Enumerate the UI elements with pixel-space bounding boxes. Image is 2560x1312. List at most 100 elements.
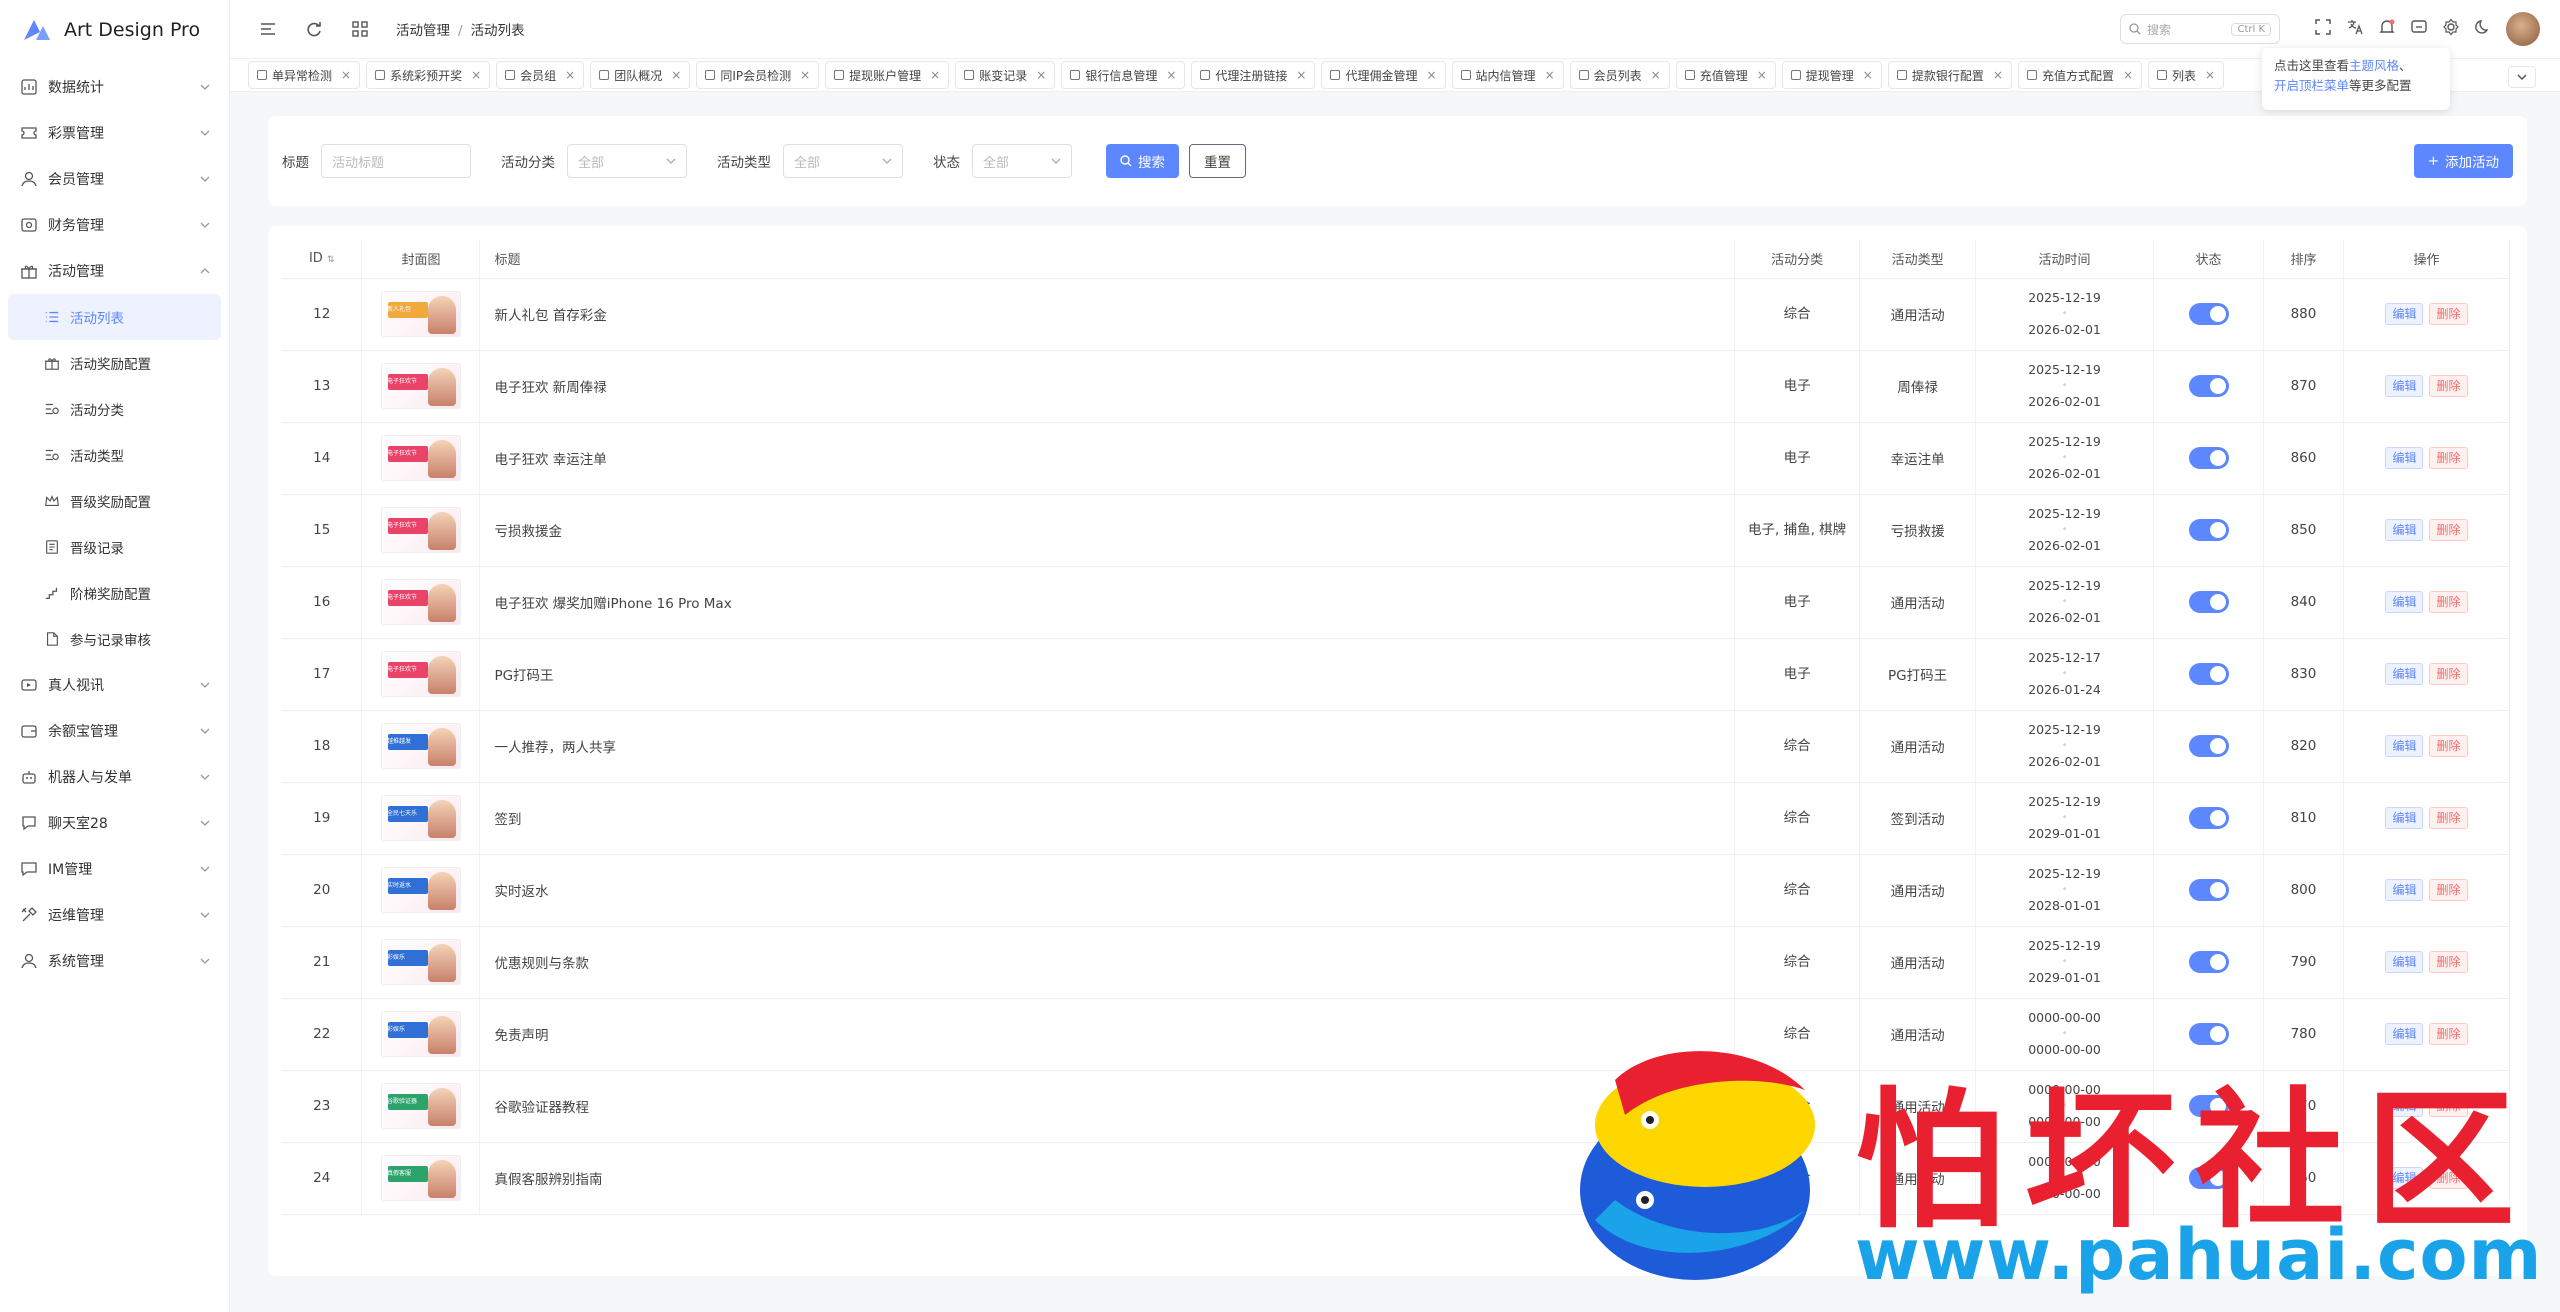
breadcrumb-item[interactable]: 活动管理 xyxy=(396,23,450,39)
table-row[interactable]: 12 新人礼包 新人礼包 首存彩金 综合 通用活动 2025-12-19 • 202… xyxy=(282,278,2511,351)
status-filter-select[interactable]: 全部 xyxy=(972,144,1072,178)
close-icon[interactable]: × xyxy=(1166,68,1176,82)
sidebar-subitem[interactable]: 活动奖励配置 xyxy=(0,340,229,386)
notification-icon[interactable] xyxy=(2378,18,2396,40)
close-icon[interactable]: × xyxy=(1296,68,1306,82)
cover-image[interactable]: 实时返水 xyxy=(380,867,461,913)
edit-button[interactable]: 编辑 xyxy=(2385,807,2424,829)
close-icon[interactable]: × xyxy=(471,68,481,82)
edit-button[interactable]: 编辑 xyxy=(2385,591,2424,613)
close-icon[interactable]: × xyxy=(1863,68,1873,82)
close-icon[interactable]: × xyxy=(1993,68,2003,82)
table-row[interactable]: 18 越推越发 一人推荐，两人共享 综合 通用活动 2025-12-19 • 202… xyxy=(282,710,2511,783)
delete-button[interactable]: 删除 xyxy=(2429,663,2468,685)
tab-item[interactable]: 会员列表 × xyxy=(1569,61,1670,89)
tab-item[interactable]: 会员组 × xyxy=(496,61,585,89)
close-icon[interactable]: × xyxy=(2205,68,2215,82)
close-icon[interactable]: × xyxy=(1426,68,1436,82)
close-icon[interactable]: × xyxy=(930,68,940,82)
title-filter-input[interactable]: 活动标题 xyxy=(321,144,471,178)
close-icon[interactable]: × xyxy=(671,68,681,82)
cover-image[interactable]: 彩娱乐 xyxy=(380,1011,461,1057)
sidebar-item[interactable]: 余额宝管理 xyxy=(0,708,229,754)
search-input[interactable]: 搜索 Ctrl K xyxy=(2120,14,2280,44)
status-toggle[interactable] xyxy=(2188,375,2229,397)
grid-icon[interactable] xyxy=(342,11,378,47)
cover-image[interactable]: 电子狂欢节 xyxy=(380,507,461,553)
cover-image[interactable]: 电子狂欢节 xyxy=(380,579,461,625)
tab-item[interactable]: 充值方式配置 × xyxy=(2017,61,2143,89)
sidebar-item[interactable]: 系统管理 xyxy=(0,938,229,984)
delete-button[interactable]: 删除 xyxy=(2429,807,2468,829)
edit-button[interactable]: 编辑 xyxy=(2385,735,2424,757)
tab-item[interactable]: 列表 × xyxy=(2148,61,2225,89)
tab-item[interactable]: 系统彩预开奖 × xyxy=(366,61,491,89)
edit-button[interactable]: 编辑 xyxy=(2385,303,2424,325)
sidebar-subitem[interactable]: 活动列表 xyxy=(8,294,221,340)
menu-toggle-icon[interactable] xyxy=(250,11,286,47)
table-row[interactable]: 16 电子狂欢节 电子狂欢 爆奖加赠iPhone 16 Pro Max 电子 通… xyxy=(282,566,2511,639)
status-toggle[interactable] xyxy=(2188,951,2229,973)
tab-item[interactable]: 账变记录 × xyxy=(955,61,1056,89)
delete-button[interactable]: 删除 xyxy=(2429,951,2468,973)
add-activity-button[interactable]: + 添加活动 xyxy=(2413,144,2513,178)
edit-button[interactable]: 编辑 xyxy=(2385,879,2424,901)
cover-image[interactable]: 真假客服 xyxy=(380,1155,461,1201)
delete-button[interactable]: 删除 xyxy=(2429,375,2468,397)
tab-item[interactable]: 充值管理 × xyxy=(1675,61,1776,89)
tab-item[interactable]: 同IP会员检测 × xyxy=(696,61,820,89)
close-icon[interactable]: × xyxy=(1545,68,1555,82)
edit-button[interactable]: 编辑 xyxy=(2385,375,2424,397)
cover-image[interactable]: 全民七天乐 xyxy=(380,795,461,841)
close-icon[interactable]: × xyxy=(1757,68,1767,82)
sidebar-item[interactable]: 活动管理 xyxy=(0,248,229,294)
tab-item[interactable]: 代理佣金管理 × xyxy=(1321,61,1446,89)
table-row[interactable]: 14 电子狂欢节 电子狂欢 幸运注单 电子 幸运注单 2025-12-19 • 20… xyxy=(282,422,2511,495)
tab-item[interactable]: 提现账户管理 × xyxy=(825,61,950,89)
delete-button[interactable]: 删除 xyxy=(2429,519,2468,541)
table-row[interactable]: 13 电子狂欢节 电子狂欢 新周俸禄 电子 周俸禄 2025-12-19 • 202… xyxy=(282,350,2511,423)
tab-item[interactable]: 站内信管理 × xyxy=(1451,61,1564,89)
status-toggle[interactable] xyxy=(2188,303,2229,325)
tab-item[interactable]: 提现管理 × xyxy=(1781,61,1882,89)
dark-mode-icon[interactable] xyxy=(2474,18,2492,40)
tabs-more-icon[interactable] xyxy=(2508,66,2536,88)
type-filter-select[interactable]: 全部 xyxy=(783,144,903,178)
settings-gear-icon[interactable] xyxy=(2442,18,2460,40)
refresh-icon[interactable] xyxy=(296,11,332,47)
edit-button[interactable]: 编辑 xyxy=(2385,951,2424,973)
category-filter-select[interactable]: 全部 xyxy=(567,144,687,178)
table-row[interactable]: 21 彩娱乐 优惠规则与条款 综合 通用活动 2025-12-19 • 2029-0… xyxy=(282,926,2511,999)
sidebar-item[interactable]: 机器人与发单 xyxy=(0,754,229,800)
close-icon[interactable]: × xyxy=(341,68,351,82)
table-row[interactable]: 19 全民七天乐 签到 综合 签到活动 2025-12-19 • 2029-01-0… xyxy=(282,782,2511,855)
sidebar-subitem[interactable]: 阶梯奖励配置 xyxy=(0,570,229,616)
edit-button[interactable]: 编辑 xyxy=(2385,447,2424,469)
sidebar-subitem[interactable]: 晋级奖励配置 xyxy=(0,478,229,524)
tab-item[interactable]: 代理注册链接 × xyxy=(1191,61,1316,89)
sidebar-item[interactable]: 会员管理 xyxy=(0,156,229,202)
fullscreen-icon[interactable] xyxy=(2314,18,2332,40)
reset-button[interactable]: 重置 xyxy=(1189,144,1246,178)
table-row[interactable]: 15 电子狂欢节 亏损救援金 电子, 捕鱼, 棋牌 亏损救援 2025-12-1… xyxy=(282,494,2511,567)
column-header-id[interactable]: ID ⇅ xyxy=(282,240,363,279)
search-button[interactable]: 搜索 xyxy=(1106,144,1179,178)
status-toggle[interactable] xyxy=(2188,735,2229,757)
cover-image[interactable]: 越推越发 xyxy=(380,723,461,769)
table-row[interactable]: 17 电子狂欢节 PG打码王 电子 PG打码王 2025-12-17 • 2026-… xyxy=(282,638,2511,711)
sidebar-item[interactable]: 真人视讯 xyxy=(0,662,229,708)
sidebar-subitem[interactable]: 参与记录审核 xyxy=(0,616,229,662)
tab-item[interactable]: 银行信息管理 × xyxy=(1061,61,1186,89)
cover-image[interactable]: 谷歌验证器 xyxy=(380,1083,461,1129)
status-toggle[interactable] xyxy=(2188,591,2229,613)
sidebar-item[interactable]: 运维管理 xyxy=(0,892,229,938)
sidebar-item[interactable]: 聊天室28 xyxy=(0,800,229,846)
user-avatar[interactable] xyxy=(2506,12,2540,46)
close-icon[interactable]: × xyxy=(565,68,575,82)
close-icon[interactable]: × xyxy=(2123,68,2133,82)
logo[interactable]: Art Design Pro xyxy=(0,0,229,60)
table-row[interactable]: 20 实时返水 实时返水 综合 通用活动 2025-12-19 • 2028-01-… xyxy=(282,854,2511,927)
sidebar-item[interactable]: 财务管理 xyxy=(0,202,229,248)
tab-item[interactable]: 单异常检测 × xyxy=(248,61,361,89)
status-toggle[interactable] xyxy=(2188,519,2229,541)
